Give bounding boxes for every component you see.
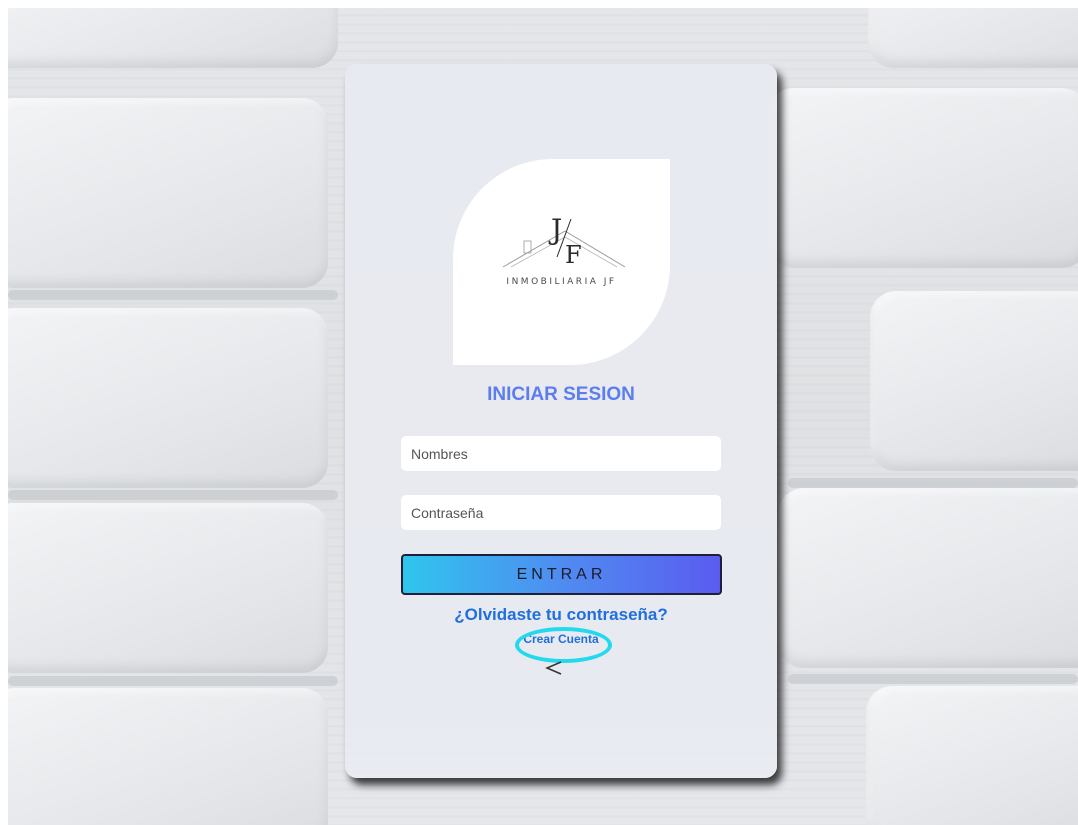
brick <box>8 503 328 673</box>
brick <box>768 88 1078 268</box>
brick <box>8 688 328 825</box>
brick <box>8 8 338 68</box>
brick <box>8 308 328 488</box>
mortar-line <box>788 674 1078 684</box>
mortar-line <box>8 490 338 500</box>
username-input[interactable] <box>401 436 721 471</box>
svg-text:J: J <box>548 213 562 246</box>
mortar-line <box>788 478 1078 488</box>
brick <box>868 8 1078 68</box>
password-input[interactable] <box>401 495 721 530</box>
mortar-line <box>8 290 338 300</box>
highlight-ring <box>515 627 612 663</box>
brick <box>8 98 328 288</box>
logo: J F INMOBILIARIA JF <box>453 159 670 365</box>
brick <box>866 686 1078 825</box>
brick <box>870 291 1078 471</box>
mortar-line <box>8 676 338 686</box>
svg-text:F: F <box>565 241 582 269</box>
page-background: J F INMOBILIARIA JF INICIAR SESION ENTRA… <box>8 8 1078 825</box>
brick <box>778 488 1078 668</box>
forgot-password-link[interactable]: ¿Olvidaste tu contraseña? <box>345 605 777 625</box>
login-title: INICIAR SESION <box>487 384 635 405</box>
brand-text: INMOBILIARIA JF <box>506 277 617 287</box>
submit-button[interactable]: ENTRAR <box>401 554 722 595</box>
house-roof-icon: J F <box>502 213 626 269</box>
chevron-left-icon[interactable] <box>541 660 565 676</box>
login-card: J F INMOBILIARIA JF INICIAR SESION ENTRA… <box>345 64 777 778</box>
